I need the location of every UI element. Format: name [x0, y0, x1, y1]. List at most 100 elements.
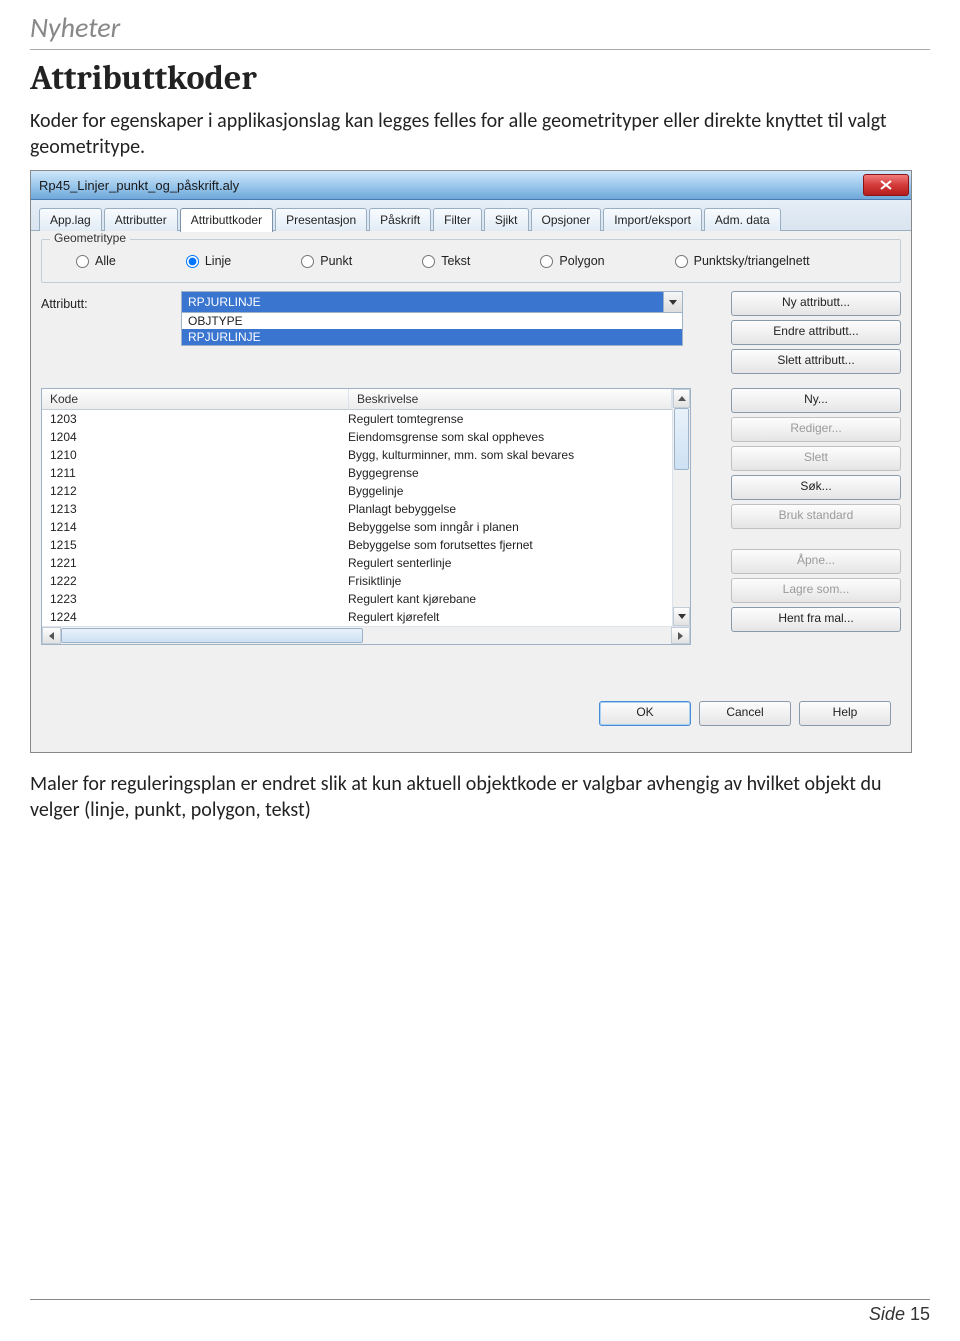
radio-label: Tekst [441, 254, 470, 268]
endre-attributt--button[interactable]: Endre attributt... [731, 320, 901, 345]
page-header: Nyheter [30, 10, 930, 45]
attributt-list[interactable]: OBJTYPERPJURLINJE [182, 312, 682, 345]
radio-tekst[interactable]: Tekst [422, 254, 470, 268]
dropdown-arrow[interactable] [663, 292, 682, 312]
tabstrip: App.lagAttributterAttributtkoderPresenta… [31, 200, 911, 230]
tab-adm-data[interactable]: Adm. data [704, 208, 781, 231]
s-k--button[interactable]: Søk... [731, 475, 901, 500]
tab-presentasjon[interactable]: Presentasjon [275, 208, 367, 231]
attributt-button-column: Ny attributt... Endre attributt... Slett a… [731, 291, 901, 374]
table-row[interactable]: 1203Regulert tomtegrense [42, 410, 672, 428]
radio-input[interactable] [186, 255, 199, 268]
hscroll-track[interactable] [61, 627, 671, 644]
slett-button: Slett [731, 446, 901, 471]
table-row[interactable]: 1222Frisiktlinje [42, 572, 672, 590]
table-row[interactable]: 1210Bygg, kulturminner, mm. som skal bev… [42, 446, 672, 464]
geometritype-group: Geometritype AlleLinjePunktTekstPolygonP… [41, 239, 901, 283]
radio-linje[interactable]: Linje [186, 254, 231, 268]
cell-beskrivelse: Regulert tomtegrense [340, 410, 672, 428]
combo-item-rpjurlinje[interactable]: RPJURLINJE [182, 329, 682, 345]
cell-kode: 1213 [42, 500, 340, 518]
cell-kode: 1203 [42, 410, 340, 428]
tab-filter[interactable]: Filter [433, 208, 482, 231]
radio-polygon[interactable]: Polygon [540, 254, 604, 268]
tab-import-eksport[interactable]: Import/eksport [603, 208, 702, 231]
close-icon [880, 180, 892, 190]
help-button[interactable]: Help [799, 701, 891, 726]
table-row[interactable]: 1204Eiendomsgrense som skal oppheves [42, 428, 672, 446]
footer-divider [30, 1299, 930, 1300]
tab-sjikt[interactable]: Sjikt [484, 208, 529, 231]
tab-page-attributtkoder: Geometritype Alle Linje Punkt Tekst Polygon P… [31, 230, 911, 752]
table-row[interactable]: 1221Regulert senterlinje [42, 554, 672, 572]
scroll-left-button[interactable] [42, 627, 61, 644]
table-row[interactable]: 1212Byggelinje [42, 482, 672, 500]
dialog-button-row: OK Cancel Help [41, 645, 901, 736]
radio-punkt[interactable]: Punkt [301, 254, 352, 268]
ok-button[interactable]: OK [599, 701, 691, 726]
col-kode[interactable]: Kode [42, 389, 349, 409]
radio-input[interactable] [422, 255, 435, 268]
attributt-combo[interactable]: RPJURLINJE OBJTYPERPJURLINJE [181, 291, 683, 346]
close-button[interactable] [863, 174, 909, 196]
dialog-window: Rp45_Linjer_punkt_og_påskrift.aly App.la… [30, 170, 912, 753]
tab-attributter[interactable]: Attributter [104, 208, 178, 231]
table-row[interactable]: 1211Byggegrense [42, 464, 672, 482]
radio-label: Punktsky/triangelnett [694, 254, 810, 268]
cell-kode: 1204 [42, 428, 340, 446]
hent-fra-mal--button[interactable]: Hent fra mal... [731, 607, 901, 632]
rediger--button: Rediger... [731, 417, 901, 442]
intro-text: Koder for egenskaper i applikasjonslag k… [30, 108, 930, 160]
attributt-label: Attributt: [41, 291, 171, 311]
cancel-button[interactable]: Cancel [699, 701, 791, 726]
page-label: Side [869, 1304, 905, 1324]
page-footer: Side 15 [30, 1299, 930, 1325]
scroll-up-button[interactable] [673, 389, 690, 408]
radio-input[interactable] [540, 255, 553, 268]
table-row[interactable]: 1214Bebyggelse som inngår i planen [42, 518, 672, 536]
ny--button[interactable]: Ny... [731, 388, 901, 413]
combo-item-objtype[interactable]: OBJTYPE [182, 313, 682, 329]
radio-alle[interactable]: Alle [76, 254, 116, 268]
cell-kode: 1222 [42, 572, 340, 590]
outro-text: Maler for reguleringsplan er endret slik… [30, 771, 930, 823]
scroll-right-button[interactable] [671, 627, 690, 644]
attributt-selected: RPJURLINJE [182, 292, 663, 312]
cell-kode: 1214 [42, 518, 340, 536]
chevron-left-icon [49, 632, 54, 640]
col-beskrivelse[interactable]: Beskrivelse [349, 389, 672, 409]
cell-kode: 1210 [42, 446, 340, 464]
scroll-down-button[interactable] [673, 607, 690, 626]
slett-attributt--button[interactable]: Slett attributt... [731, 349, 901, 374]
radio-punktsky-triangelnett[interactable]: Punktsky/triangelnett [675, 254, 810, 268]
cell-beskrivelse: Bebyggelse som forutsettes fjernet [340, 536, 672, 554]
-pne--button: Åpne... [731, 549, 901, 574]
chevron-down-icon [669, 300, 677, 305]
radio-input[interactable] [76, 255, 89, 268]
kode-table[interactable]: Kode Beskrivelse 1203Regulert tomtegrens… [41, 388, 691, 645]
cell-beskrivelse: Bebyggelse som inngår i planen [340, 518, 672, 536]
table-row[interactable]: 1215Bebyggelse som forutsettes fjernet [42, 536, 672, 554]
table-row[interactable]: 1223Regulert kant kjørebane [42, 590, 672, 608]
cell-kode: 1212 [42, 482, 340, 500]
radio-label: Polygon [559, 254, 604, 268]
hscroll-thumb[interactable] [61, 628, 363, 643]
table-row[interactable]: 1224Regulert kjørefelt [42, 608, 672, 626]
titlebar: Rp45_Linjer_punkt_og_påskrift.aly [31, 171, 911, 200]
horizontal-scrollbar[interactable] [42, 626, 690, 644]
cell-kode: 1224 [42, 608, 340, 626]
cell-beskrivelse: Byggegrense [340, 464, 672, 482]
table-row[interactable]: 1213Planlagt bebyggelse [42, 500, 672, 518]
radio-input[interactable] [301, 255, 314, 268]
group-legend: Geometritype [50, 231, 130, 245]
scroll-track[interactable] [673, 408, 690, 607]
scroll-thumb[interactable] [674, 408, 689, 470]
tab-app-lag[interactable]: App.lag [39, 208, 102, 231]
radio-label: Alle [95, 254, 116, 268]
tab-opsjoner[interactable]: Opsjoner [531, 208, 602, 231]
vertical-scrollbar[interactable] [672, 389, 690, 626]
tab-attributtkoder[interactable]: Attributtkoder [180, 208, 273, 232]
ny-attributt--button[interactable]: Ny attributt... [731, 291, 901, 316]
radio-input[interactable] [675, 255, 688, 268]
tab-p-skrift[interactable]: Påskrift [369, 208, 431, 231]
